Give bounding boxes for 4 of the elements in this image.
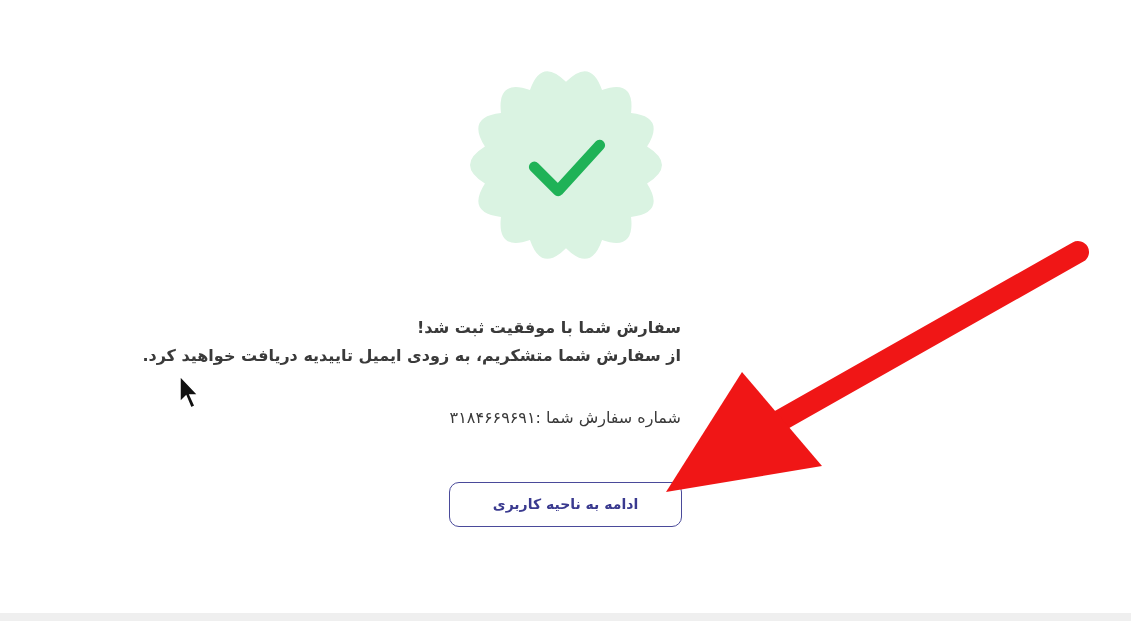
success-title: سفارش شما با موفقیت ثبت شد! xyxy=(416,317,681,339)
success-message: از سفارش شما متشکریم، به زودی ایمیل تاییدیه دریافت خواهید کرد. xyxy=(142,345,681,367)
continue-button[interactable]: ادامه به ناحیه کاربری xyxy=(449,482,682,527)
order-number: شماره سفارش شما :۳۱۸۴۶۶۹۶۹۱ xyxy=(449,407,681,430)
